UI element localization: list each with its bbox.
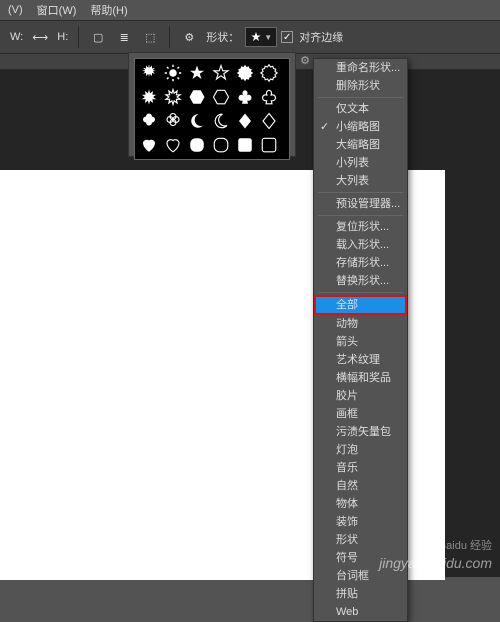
shape-club[interactable] (234, 86, 256, 108)
menu-separator (318, 97, 403, 98)
menu-item[interactable]: 存储形状... (314, 254, 407, 272)
watermark-logo: Baidu 经验 (439, 537, 492, 553)
menu-item[interactable]: 横幅和奖品 (314, 369, 407, 387)
menu-item[interactable]: 拼贴 (314, 585, 407, 603)
menu-separator (318, 192, 403, 193)
align-edges-checkbox[interactable]: ✓ (281, 31, 293, 43)
menu-item[interactable]: 载入形状... (314, 236, 407, 254)
shape-star5[interactable] (186, 62, 208, 84)
shape-clover[interactable] (138, 110, 160, 132)
shape-hexagon-outline[interactable] (210, 86, 232, 108)
menu-item[interactable]: 物体 (314, 495, 407, 513)
menu-item[interactable]: 胶片 (314, 387, 407, 405)
menu-item[interactable]: 污渍矢量包 (314, 423, 407, 441)
shape-hexagon[interactable] (186, 86, 208, 108)
shape-moon-outline[interactable] (210, 110, 232, 132)
shapes-grid (134, 58, 290, 160)
menu-item[interactable]: 艺术纹理 (314, 351, 407, 369)
shape-heart-outline[interactable] (162, 134, 184, 156)
menu-item[interactable]: 箭头 (314, 333, 407, 351)
shape-star5-outline[interactable] (210, 62, 232, 84)
shape-seal-outline[interactable] (258, 62, 280, 84)
menu-item[interactable]: 复位形状... (314, 218, 407, 236)
menu-separator (318, 215, 403, 216)
menu-item[interactable]: 大缩略图 (314, 136, 407, 154)
path-op-icon[interactable]: ▢ (87, 26, 109, 48)
arrange-icon[interactable]: ⬚ (139, 26, 161, 48)
height-label: H: (57, 31, 68, 43)
menu-item[interactable]: 删除形状 (314, 77, 407, 95)
shape-club-outline[interactable] (258, 86, 280, 108)
menu-view[interactable]: (V) (8, 4, 23, 16)
menu-item[interactable]: 音乐 (314, 459, 407, 477)
width-label: W: (10, 31, 23, 43)
menu-item[interactable]: 灯泡 (314, 441, 407, 459)
shape-sun[interactable] (162, 62, 184, 84)
menu-item[interactable]: 小缩略图 (314, 118, 407, 136)
watermark-url: jingyan.baidu.com (379, 555, 492, 571)
menu-window[interactable]: 窗口(W) (37, 2, 77, 18)
align-icon[interactable]: ≣ (113, 26, 135, 48)
menu-item[interactable]: Web (314, 603, 407, 621)
menu-separator (318, 292, 403, 293)
menu-item[interactable]: 小列表 (314, 154, 407, 172)
menu-item[interactable]: 形状 (314, 531, 407, 549)
menu-item[interactable]: 仅文本 (314, 100, 407, 118)
shape-roundsquare[interactable] (234, 134, 256, 156)
shape-seal[interactable] (234, 62, 256, 84)
align-edges-label: 对齐边缘 (299, 29, 343, 45)
shape-heart[interactable] (138, 134, 160, 156)
shapes-context-menu: 重命名形状...删除形状仅文本小缩略图大缩略图小列表大列表预设管理器... 复位形… (313, 58, 408, 622)
shape-burst[interactable] (138, 86, 160, 108)
shape-label: 形状： (206, 29, 239, 45)
shape-squircle-outline[interactable] (210, 134, 232, 156)
menu-item[interactable]: 画框 (314, 405, 407, 423)
options-bar: W: ⟷ H: ▢ ≣ ⬚ ⚙ 形状： ▼ ✓ 对齐边缘 (0, 20, 500, 54)
menu-item[interactable]: 自然 (314, 477, 407, 495)
shapes-flyout (128, 52, 296, 157)
shape-moon[interactable] (186, 110, 208, 132)
shape-diamond-outline[interactable] (258, 110, 280, 132)
menu-item[interactable]: 动物 (314, 315, 407, 333)
link-wh-icon[interactable]: ⟷ (29, 26, 51, 48)
shape-burst-outline[interactable] (162, 86, 184, 108)
shape-clover-outline[interactable] (162, 110, 184, 132)
shape-roundsquare-outline[interactable] (258, 134, 280, 156)
menu-item[interactable]: 装饰 (314, 513, 407, 531)
shape-squircle[interactable] (186, 134, 208, 156)
menu-bar: (V) 窗口(W) 帮助(H) (0, 0, 500, 20)
menu-item[interactable]: 预设管理器... (314, 195, 407, 213)
shape-diamond[interactable] (234, 110, 256, 132)
menu-item[interactable]: 大列表 (314, 172, 407, 190)
menu-item[interactable]: 全部 (314, 295, 407, 315)
flyout-gear-icon[interactable]: ⚙ (298, 54, 312, 68)
gear-icon[interactable]: ⚙ (178, 26, 200, 48)
shape-starburst[interactable] (138, 62, 160, 84)
menu-item[interactable]: 重命名形状... (314, 59, 407, 77)
menu-item[interactable]: 替换形状... (314, 272, 407, 290)
shape-picker[interactable]: ▼ (245, 27, 277, 47)
menu-help[interactable]: 帮助(H) (90, 2, 127, 18)
